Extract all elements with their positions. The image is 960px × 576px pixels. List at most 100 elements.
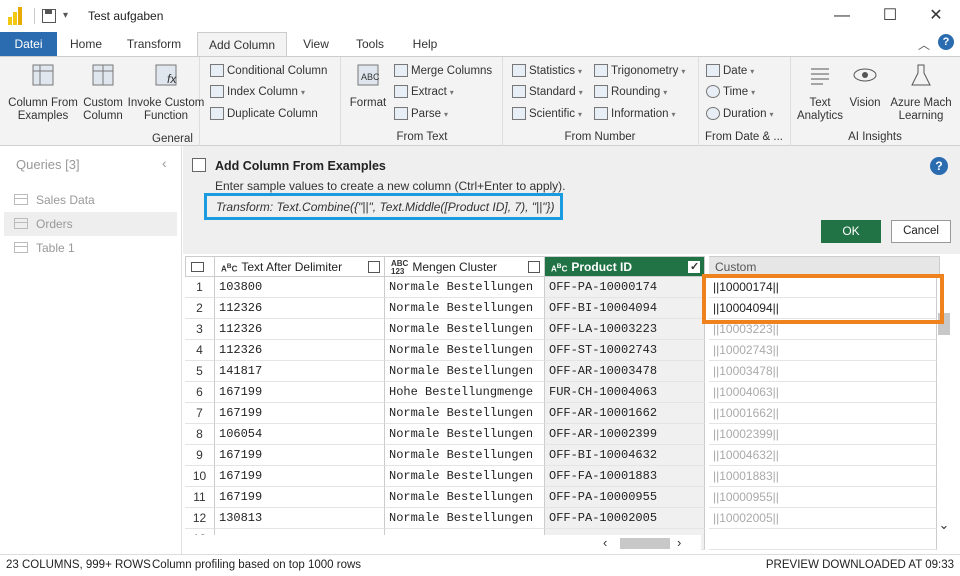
text-analytics-button[interactable]: Text Analytics: [794, 61, 846, 123]
row-number[interactable]: 10: [185, 466, 215, 487]
query-item-table-1[interactable]: Table 1: [4, 236, 177, 260]
cell-custom-example[interactable]: [709, 529, 937, 550]
format-button[interactable]: ABC Format: [344, 61, 392, 110]
duration-button[interactable]: Duration ▾: [706, 105, 773, 123]
collapse-ribbon-icon[interactable]: ︿: [918, 36, 930, 53]
cell-mengen-cluster[interactable]: Normale Bestellungen: [385, 487, 545, 508]
column-header-text-after-delimiter[interactable]: ABC Text After Delimiter: [215, 256, 385, 277]
custom-column-button[interactable]: Custom Column: [80, 61, 126, 123]
cell-product-id[interactable]: OFF-PA-10000955: [545, 487, 705, 508]
cell-mengen-cluster[interactable]: Normale Bestellungen: [385, 298, 545, 319]
cell-text-after-delimiter[interactable]: 167199: [215, 466, 385, 487]
column-checkbox[interactable]: [368, 261, 380, 273]
cell-text-after-delimiter[interactable]: 141817: [215, 361, 385, 382]
trigonometry-button[interactable]: Trigonometry ▾: [594, 62, 685, 80]
tab-datei[interactable]: Datei: [0, 32, 57, 56]
azure-ml-button[interactable]: Azure Mach Learning: [886, 61, 956, 123]
cell-mengen-cluster[interactable]: Normale Bestellungen: [385, 277, 545, 298]
cell-text-after-delimiter[interactable]: 167199: [215, 445, 385, 466]
ok-button[interactable]: OK: [821, 220, 881, 243]
row-number[interactable]: 2: [185, 298, 215, 319]
cell-custom-example[interactable]: ||10004063||: [709, 382, 937, 403]
vision-button[interactable]: Vision: [846, 61, 884, 110]
duplicate-column-button[interactable]: Duplicate Column: [210, 105, 318, 123]
merge-columns-button[interactable]: Merge Columns: [394, 62, 492, 80]
query-item-sales-data[interactable]: Sales Data: [4, 188, 177, 212]
query-item-orders[interactable]: Orders: [4, 212, 177, 236]
cell-custom-example[interactable]: ||10002005||: [709, 508, 937, 529]
minimize-icon[interactable]: —: [832, 6, 852, 26]
cell-product-id[interactable]: OFF-AR-10002399: [545, 424, 705, 445]
scroll-left-icon[interactable]: ‹: [603, 535, 607, 550]
row-number[interactable]: 7: [185, 403, 215, 424]
tab-transform[interactable]: Transform: [118, 32, 190, 56]
standard-button[interactable]: Standard ▾: [512, 83, 583, 101]
row-number[interactable]: 1: [185, 277, 215, 298]
cell-mengen-cluster[interactable]: Normale Bestellungen: [385, 403, 545, 424]
row-number[interactable]: 9: [185, 445, 215, 466]
cell-product-id[interactable]: OFF-AR-10003478: [545, 361, 705, 382]
close-icon[interactable]: ✕: [926, 6, 946, 26]
scroll-down-icon[interactable]: ⌄: [937, 517, 951, 533]
cell-custom-example[interactable]: ||10000955||: [709, 487, 937, 508]
cell-mengen-cluster[interactable]: Normale Bestellungen: [385, 361, 545, 382]
cell-mengen-cluster[interactable]: Normale Bestellungen: [385, 445, 545, 466]
help-icon[interactable]: ?: [930, 157, 948, 175]
tab-view[interactable]: View: [296, 32, 336, 56]
cell-text-after-delimiter[interactable]: 112326: [215, 340, 385, 361]
cell-product-id[interactable]: OFF-PA-10002005: [545, 508, 705, 529]
cell-text-after-delimiter[interactable]: 106054: [215, 424, 385, 445]
save-icon[interactable]: [42, 9, 56, 23]
table-menu-button[interactable]: [185, 256, 215, 277]
row-number[interactable]: 4: [185, 340, 215, 361]
row-number[interactable]: 12: [185, 508, 215, 529]
row-number[interactable]: 5: [185, 361, 215, 382]
cell-mengen-cluster[interactable]: Normale Bestellungen: [385, 340, 545, 361]
cell-product-id[interactable]: OFF-BI-10004632: [545, 445, 705, 466]
horizontal-scrollbar[interactable]: ‹ ›: [185, 535, 701, 552]
cell-text-after-delimiter[interactable]: 167199: [215, 487, 385, 508]
cell-custom-example[interactable]: ||10001662||: [709, 403, 937, 424]
conditional-column-button[interactable]: Conditional Column: [210, 62, 327, 80]
cell-product-id[interactable]: OFF-PA-10000174: [545, 277, 705, 298]
cell-custom-example[interactable]: ||10001883||: [709, 466, 937, 487]
cell-mengen-cluster[interactable]: Hohe Bestellungmenge: [385, 382, 545, 403]
column-header-product-id[interactable]: ABC Product ID: [545, 256, 705, 278]
row-number[interactable]: 8: [185, 424, 215, 445]
cell-product-id[interactable]: OFF-AR-10001662: [545, 403, 705, 424]
cell-product-id[interactable]: OFF-ST-10002743: [545, 340, 705, 361]
cell-custom-example[interactable]: ||10002743||: [709, 340, 937, 361]
row-number[interactable]: 3: [185, 319, 215, 340]
column-from-examples-button[interactable]: Column From Examples: [6, 61, 80, 123]
cell-custom-example[interactable]: ||10004632||: [709, 445, 937, 466]
help-ribbon-icon[interactable]: ?: [938, 34, 954, 50]
scientific-button[interactable]: Scientific ▾: [512, 105, 582, 123]
index-column-button[interactable]: Index Column ▾: [210, 83, 305, 101]
scroll-right-icon[interactable]: ›: [677, 535, 681, 550]
tab-home[interactable]: Home: [62, 32, 110, 56]
tab-tools[interactable]: Tools: [348, 32, 392, 56]
cell-text-after-delimiter[interactable]: 112326: [215, 298, 385, 319]
column-checkbox[interactable]: [528, 261, 540, 273]
row-number[interactable]: 6: [185, 382, 215, 403]
tab-add-column[interactable]: Add Column: [197, 32, 287, 57]
cell-product-id[interactable]: FUR-CH-10004063: [545, 382, 705, 403]
tab-help[interactable]: Help: [405, 32, 445, 56]
cell-product-id[interactable]: OFF-FA-10001883: [545, 466, 705, 487]
cell-mengen-cluster[interactable]: Normale Bestellungen: [385, 508, 545, 529]
status-profiling[interactable]: Column profiling based on top 1000 rows: [152, 559, 361, 571]
cell-mengen-cluster[interactable]: Normale Bestellungen: [385, 466, 545, 487]
rounding-button[interactable]: Rounding ▾: [594, 83, 667, 101]
cell-text-after-delimiter[interactable]: 103800: [215, 277, 385, 298]
cell-text-after-delimiter[interactable]: 167199: [215, 382, 385, 403]
time-button[interactable]: Time ▾: [706, 83, 755, 101]
parse-button[interactable]: Parse ▾: [394, 105, 448, 123]
scroll-thumb[interactable]: [620, 538, 670, 549]
statistics-button[interactable]: Statistics ▾: [512, 62, 582, 80]
collapse-queries-icon[interactable]: ‹: [162, 155, 167, 171]
cell-custom-example[interactable]: ||10002399||: [709, 424, 937, 445]
extract-button[interactable]: Extract ▾: [394, 83, 454, 101]
cell-custom-example[interactable]: ||10003478||: [709, 361, 937, 382]
invoke-custom-function-button[interactable]: fx Invoke Custom Function: [126, 61, 206, 123]
cell-product-id[interactable]: OFF-LA-10003223: [545, 319, 705, 340]
